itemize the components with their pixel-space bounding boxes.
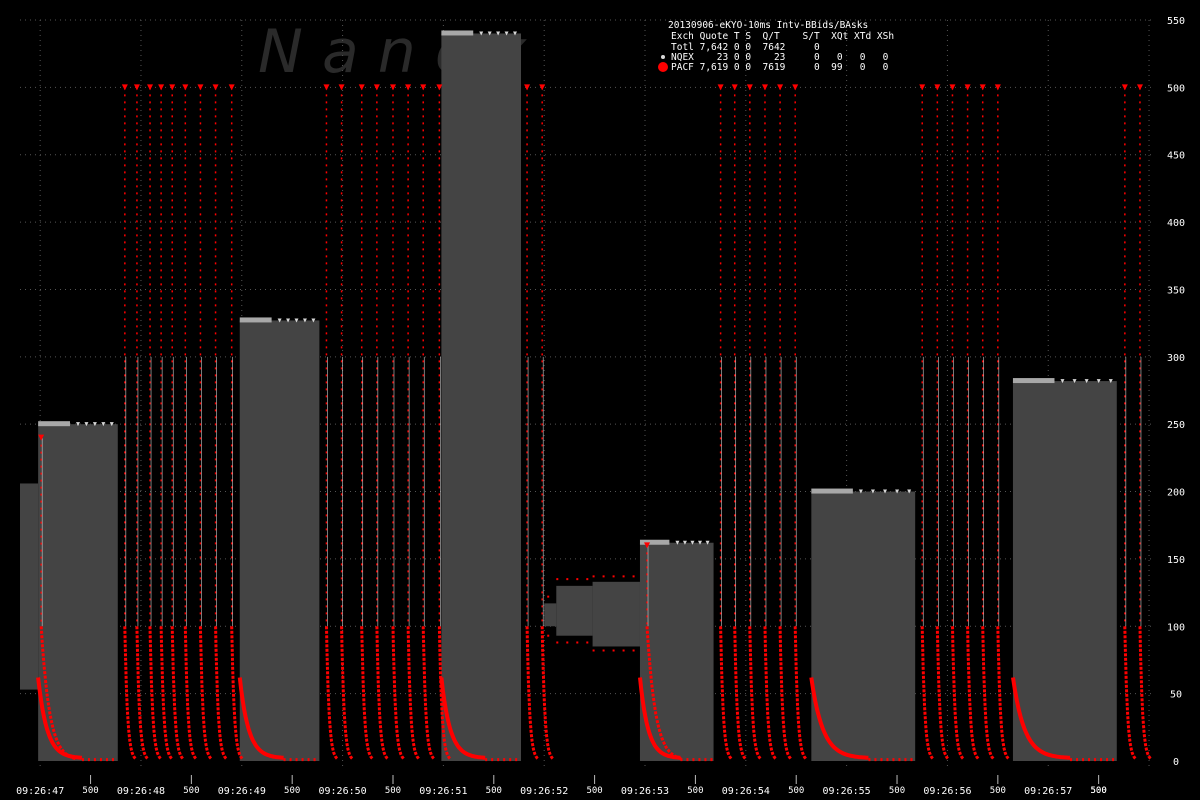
y-tick-label: 400: [1167, 218, 1185, 229]
x-tick-label: 09:26:53: [621, 786, 669, 797]
x-interval-label: 500: [990, 786, 1006, 796]
quote-bar: [639, 542, 714, 761]
bar-cap: [441, 30, 474, 36]
quote-bar: [544, 603, 557, 627]
pacf-legend-marker: [658, 62, 668, 72]
x-interval-label: 500: [486, 786, 502, 796]
bar-cap: [1012, 378, 1055, 384]
x-interval-label: 500: [687, 786, 703, 796]
x-interval-label: 500: [284, 786, 300, 796]
x-interval-label: 500: [1091, 786, 1107, 796]
x-tick-label: 09:26:49: [218, 786, 266, 797]
quote-bar: [239, 320, 320, 761]
quote-bar: [441, 33, 522, 762]
quote-bar: [20, 483, 39, 690]
x-tick-label: 09:26:52: [520, 786, 568, 797]
y-tick-label: 100: [1167, 622, 1185, 633]
y-tick-label: 450: [1167, 151, 1185, 162]
y-tick-label: 250: [1167, 420, 1185, 431]
y-tick-label: 500: [1167, 83, 1185, 94]
x-interval-label: 500: [82, 786, 98, 796]
x-tick-label: 09:26:51: [419, 786, 467, 797]
bar-cap: [639, 539, 670, 545]
bar-cap: [239, 317, 272, 323]
x-interval-label: 500: [183, 786, 199, 796]
x-tick-label: 09:26:57: [1024, 786, 1072, 797]
quote-bar: [811, 491, 916, 761]
bar-cap: [38, 421, 71, 427]
nqex-legend-marker: [661, 55, 665, 59]
x-interval-label: 500: [889, 786, 905, 796]
x-interval-label: 500: [385, 786, 401, 796]
y-tick-label: 50: [1170, 690, 1182, 701]
bbo-chart: N a n e x 050100150200250300350400450500…: [0, 0, 1200, 800]
y-tick-label: 0: [1173, 757, 1179, 768]
x-interval-label: 500: [788, 786, 804, 796]
quote-bar: [592, 581, 640, 647]
x-interval-label: 500: [586, 786, 602, 796]
x-tick-label: 09:26:54: [722, 786, 770, 797]
y-tick-label: 200: [1167, 488, 1185, 499]
chart-stage: N a n e x 0 50 100 150 200 250 300 350 400 450 500…: [0, 0, 1200, 800]
x-tick-label: 09:26:56: [923, 786, 971, 797]
x-tick-label: 09:26:47: [16, 786, 64, 797]
y-tick-label: 300: [1167, 353, 1185, 364]
quote-bar: [556, 585, 593, 636]
x-tick-label: 09:26:50: [318, 786, 366, 797]
legend-row-pacf: PACF 7,619 0 0 7619 0 99 0 0: [671, 62, 889, 73]
x-tick-label: 09:26:48: [117, 786, 165, 797]
chart-title: 20130906-eKYO-10ms Intv-BBids/BAsks: [668, 20, 868, 31]
quote-bar: [1012, 381, 1117, 761]
x-tick-label: 09:26:55: [823, 786, 871, 797]
bar-cap: [811, 488, 853, 494]
y-tick-label: 550: [1167, 16, 1185, 27]
legend-header: Exch Quote T S Q/T S/T XQt XTd XSh: [671, 31, 894, 42]
y-tick-label: 150: [1167, 555, 1185, 566]
quote-bar: [38, 424, 118, 761]
y-tick-label: 350: [1167, 285, 1185, 296]
